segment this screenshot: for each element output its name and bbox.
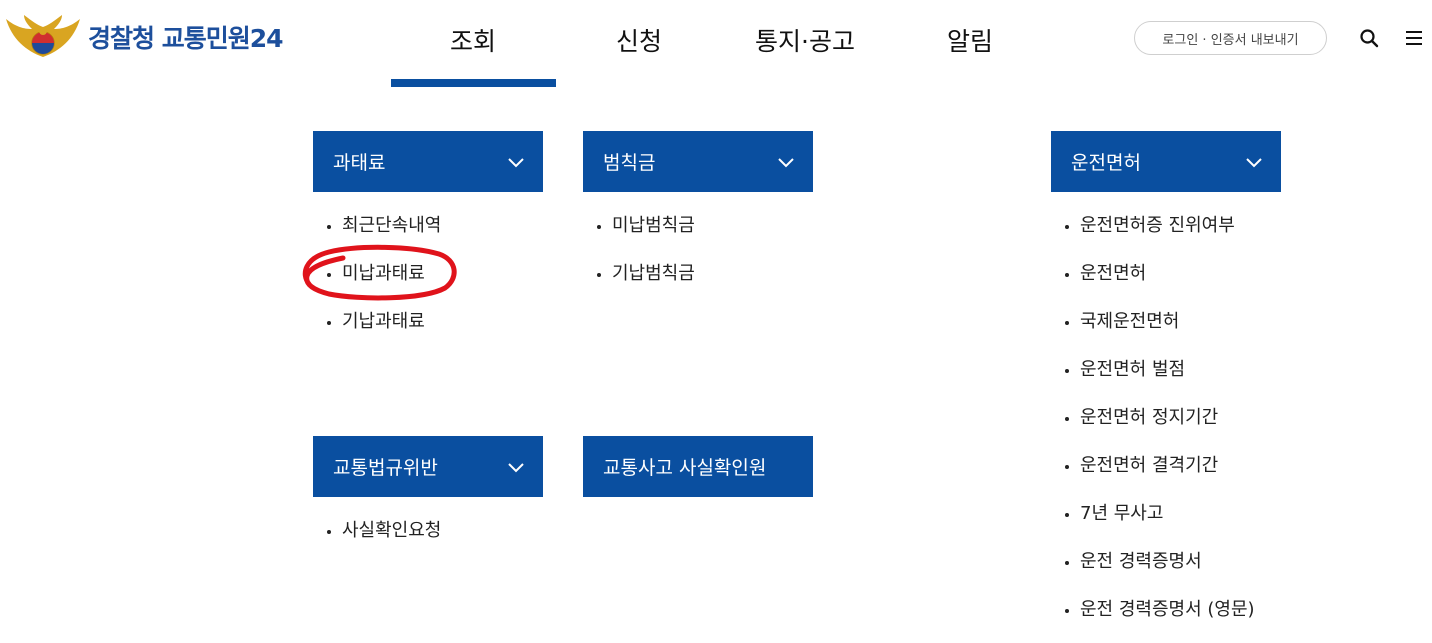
menu-group-fine: 과태료 최근단속내역 미납과태료 기납과태료 [313, 131, 543, 358]
nav-notice[interactable]: 통지·공고 [755, 22, 855, 58]
menu-group-header[interactable]: 교통사고 사실확인원 [583, 436, 813, 497]
hamburger-menu-icon[interactable] [1403, 27, 1425, 49]
submenu-list: 미납범칙금 기납범칙금 [583, 214, 813, 310]
submenu-item[interactable]: 운전 경력증명서 (영문) [1051, 598, 1281, 643]
search-icon[interactable] [1358, 27, 1380, 49]
submenu-item[interactable]: 미납과태료 [313, 262, 543, 310]
menu-group-violation: 교통법규위반 사실확인요청 [313, 436, 543, 567]
menu-group-title: 범칙금 [603, 152, 656, 174]
submenu-item[interactable]: 미납범칙금 [583, 214, 813, 262]
chevron-down-icon [778, 157, 794, 167]
submenu-item[interactable]: 기납범칙금 [583, 262, 813, 310]
submenu-item[interactable]: 운전면허 [1051, 262, 1281, 310]
submenu-item[interactable]: 운전면허 정지기간 [1051, 406, 1281, 454]
submenu-item[interactable]: 기납과태료 [313, 310, 543, 358]
submenu-item[interactable]: 사실확인요청 [313, 519, 543, 567]
nav-inquiry[interactable]: 조회 [450, 22, 496, 58]
chevron-down-icon [1246, 157, 1262, 167]
submenu-item[interactable]: 국제운전면허 [1051, 310, 1281, 358]
nav-apply[interactable]: 신청 [616, 22, 662, 58]
submenu-item[interactable]: 운전면허 결격기간 [1051, 454, 1281, 502]
menu-group-accident-certificate: 교통사고 사실확인원 [583, 436, 813, 497]
site-header: 경찰청 교통민원24 조회 신청 통지·공고 알림 로그인 · 인증서 내보내기 [0, 0, 1432, 88]
menu-group-title: 교통사고 사실확인원 [603, 457, 767, 479]
menu-group-header[interactable]: 범칙금 [583, 131, 813, 192]
login-button[interactable]: 로그인 · 인증서 내보내기 [1134, 21, 1327, 55]
menu-group-title: 운전면허 [1071, 152, 1141, 174]
submenu-item[interactable]: 최근단속내역 [313, 214, 543, 262]
chevron-down-icon [508, 462, 524, 472]
menu-group-license: 운전면허 운전면허증 진위여부 운전면허 국제운전면허 운전면허 벌점 운전면허… [1051, 131, 1281, 643]
menu-group-title: 과태료 [333, 152, 386, 174]
chevron-down-icon [508, 157, 524, 167]
submenu-item[interactable]: 운전면허 벌점 [1051, 358, 1281, 406]
submenu-list: 최근단속내역 미납과태료 기납과태료 [313, 214, 543, 358]
nav-alerts[interactable]: 알림 [947, 22, 993, 58]
submenu-item[interactable]: 운전 경력증명서 [1051, 550, 1281, 598]
menu-group-header[interactable]: 교통법규위반 [313, 436, 543, 497]
nav-active-indicator [391, 79, 556, 87]
menu-group-penalty: 범칙금 미납범칙금 기납범칙금 [583, 131, 813, 310]
submenu-list: 운전면허증 진위여부 운전면허 국제운전면허 운전면허 벌점 운전면허 정지기간… [1051, 214, 1281, 643]
submenu-list: 사실확인요청 [313, 519, 543, 567]
submenu-item[interactable]: 운전면허증 진위여부 [1051, 214, 1281, 262]
menu-group-title: 교통법규위반 [333, 457, 438, 479]
menu-group-header[interactable]: 과태료 [313, 131, 543, 192]
submenu-item[interactable]: 7년 무사고 [1051, 502, 1281, 550]
menu-group-header[interactable]: 운전면허 [1051, 131, 1281, 192]
